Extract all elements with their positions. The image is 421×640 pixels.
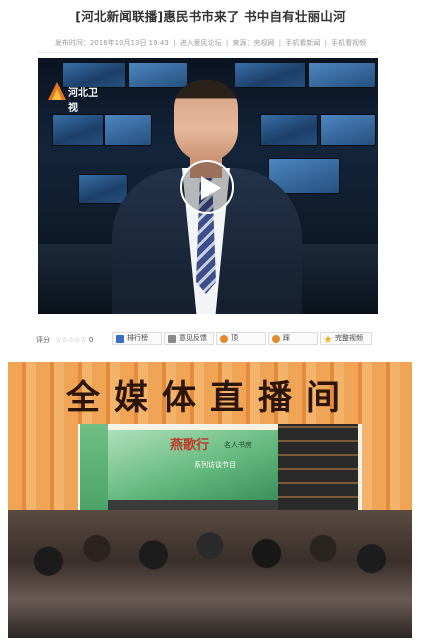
monitor	[320, 114, 376, 146]
full-video-button[interactable]: 完整视频	[320, 332, 372, 345]
ranking-button[interactable]: 排行榜	[112, 332, 162, 345]
monitor	[308, 62, 376, 88]
star-icon	[324, 335, 332, 343]
rating-stars[interactable]: ☆☆☆☆☆	[55, 336, 86, 344]
publish-time: 发布时间：2016年10月13日 19:43	[54, 39, 169, 47]
screen-subtitle: 名人书房	[224, 441, 252, 449]
photo-banner: 全媒体直播间	[66, 378, 354, 418]
article-meta: 发布时间：2016年10月13日 19:43 | 进入爱民论坛 | 来源：央视网…	[54, 39, 367, 47]
play-icon	[201, 176, 221, 200]
video-toolbar: 评分 ☆☆☆☆☆ 0 排行榜 意见反馈 顶 踩 完整视频	[30, 330, 390, 348]
mobile-news-link[interactable]: 手机看新闻	[285, 39, 320, 47]
forum-link[interactable]: 进入爱民论坛	[180, 39, 222, 47]
video-player[interactable]: 河北卫视	[38, 58, 378, 314]
thumb-up-icon	[220, 335, 228, 343]
screen-title: 燕歌行	[170, 438, 210, 453]
hebei-tv-logo-icon	[48, 82, 66, 100]
studio-screen: 燕歌行 名人书房 系列访谈节目	[108, 430, 278, 500]
mobile-video-link[interactable]: 手机看视频	[331, 39, 366, 47]
rating: 评分 ☆☆☆☆☆ 0	[36, 335, 93, 345]
channel-logo: 河北卫视	[46, 80, 106, 114]
feedback-icon	[168, 335, 176, 343]
chart-icon	[116, 335, 124, 343]
thumb-down-icon	[272, 335, 280, 343]
feedback-button[interactable]: 意见反馈	[164, 332, 214, 345]
rating-label: 评分	[36, 336, 50, 344]
upvote-button[interactable]: 顶	[216, 332, 266, 345]
play-button[interactable]	[180, 160, 234, 214]
source-label: 来源：央视网	[232, 39, 275, 47]
monitor	[52, 114, 104, 146]
downvote-button[interactable]: 踩	[268, 332, 318, 345]
rating-score: 0	[88, 336, 94, 344]
article-title: [河北新闻联播]惠民书市来了 书中自有壮丽山河	[75, 9, 346, 24]
divider	[38, 52, 378, 53]
crowd	[8, 510, 412, 638]
channel-name: 河北卫视	[68, 88, 98, 114]
event-photo: 全媒体直播间 燕歌行 名人书房 系列访谈节目	[8, 362, 412, 638]
screen-caption: 系列访谈节目	[194, 461, 236, 469]
